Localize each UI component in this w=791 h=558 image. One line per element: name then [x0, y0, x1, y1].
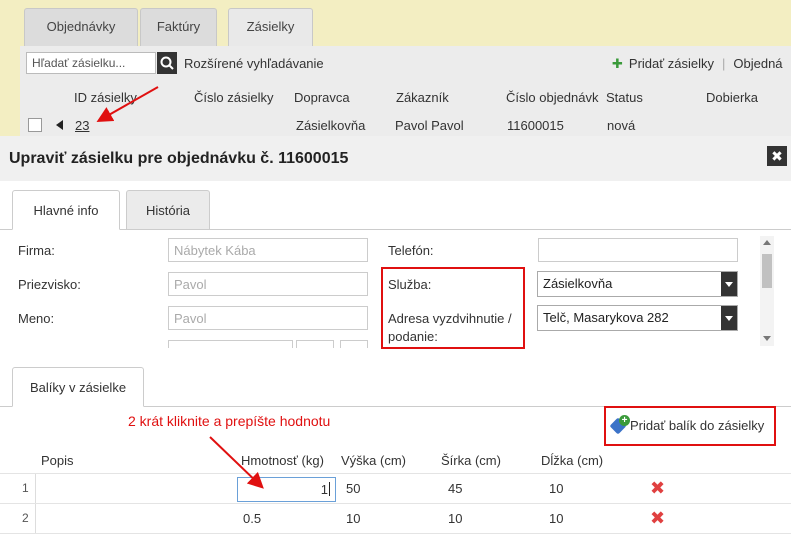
adresa-select[interactable]: Telč, Masarykova 282: [537, 305, 738, 331]
firma-field[interactable]: Nábytek Kába: [168, 238, 368, 262]
length-cell[interactable]: 10: [549, 481, 563, 496]
telefon-label: Telefón:: [388, 243, 434, 258]
width-cell[interactable]: 45: [448, 481, 462, 496]
search-button[interactable]: [157, 52, 177, 74]
package-row[interactable]: 1 1 50 45 10 ✖: [0, 473, 791, 503]
col-header-length[interactable]: Dĺžka (cm): [541, 453, 603, 468]
tab-main-info[interactable]: Hlavné info: [12, 190, 120, 230]
shipments-panel: Hľadať zásielku... Rozšírené vyhľadávani…: [20, 46, 791, 136]
col-header-id[interactable]: ID zásielky: [74, 90, 137, 105]
col-header-height[interactable]: Výška (cm): [341, 453, 406, 468]
grid-empty-area: [0, 533, 791, 558]
shipment-id-link[interactable]: 23: [75, 118, 89, 133]
toolbar-separator: |: [721, 56, 726, 71]
tab-history[interactable]: História: [126, 190, 210, 230]
col-header-cod[interactable]: Dobierka: [706, 90, 758, 105]
search-icon: [160, 56, 174, 70]
row-customer: Pavol Pavol: [395, 118, 464, 133]
add-shipments-button[interactable]: ✚ Pridať zásielky | Objedná: [612, 56, 783, 72]
search-input[interactable]: Hľadať zásielku...: [26, 52, 156, 74]
col-header-status[interactable]: Status: [606, 90, 643, 105]
tab-packages[interactable]: Balíky v zásielke: [12, 367, 144, 407]
partial-field-1[interactable]: [168, 340, 293, 348]
background-tab-bar: Objednávky Faktúry Zásielky: [0, 0, 791, 46]
col-header-customer[interactable]: Zákazník: [396, 90, 449, 105]
tab-objednavky[interactable]: Objednávky: [24, 8, 138, 46]
add-package-button[interactable]: + Pridať balík do zásielky: [604, 406, 776, 446]
col-header-weight[interactable]: Hmotnosť (kg): [241, 453, 324, 468]
width-cell[interactable]: 10: [448, 511, 462, 526]
row-number: 2: [0, 504, 36, 533]
add-shipments-label: Pridať zásielky: [628, 56, 714, 71]
plus-icon: ✚: [612, 56, 623, 71]
row-checkbox[interactable]: [28, 118, 42, 132]
weight-edit-input[interactable]: 1: [237, 477, 336, 502]
annotation-text: 2 krát kliknite a prepíšte hodnotu: [128, 413, 331, 429]
orders-link[interactable]: Objedná: [733, 56, 782, 71]
tab-faktury[interactable]: Faktúry: [140, 8, 217, 46]
col-header-order-number[interactable]: Číslo objednávk: [506, 90, 599, 105]
delete-icon[interactable]: ✖: [650, 508, 665, 528]
row-carrier: Zásielkovňa: [296, 118, 366, 133]
height-cell[interactable]: 50: [346, 481, 360, 496]
scroll-up-icon[interactable]: [763, 240, 771, 245]
telefon-field[interactable]: [538, 238, 738, 262]
length-cell[interactable]: 10: [549, 511, 563, 526]
col-header-description[interactable]: Popis: [41, 453, 74, 468]
highlight-box-service: [381, 267, 525, 349]
col-header-shipment-number[interactable]: Číslo zásielky: [194, 90, 273, 105]
edit-shipment-modal: Upraviť zásielku pre objednávku č. 11600…: [0, 136, 791, 558]
col-header-carrier[interactable]: Dopravca: [294, 90, 350, 105]
delete-icon[interactable]: ✖: [650, 478, 665, 498]
sluzba-select[interactable]: Zásielkovňa: [537, 271, 738, 297]
add-package-label: Pridať balík do zásielky: [630, 418, 765, 433]
row-order-number: 11600015: [507, 118, 564, 133]
packages-grid-header: Popis Hmotnosť (kg) Výška (cm) Šírka (cm…: [0, 447, 791, 473]
chevron-down-icon: [721, 306, 737, 330]
row-number: 1: [0, 474, 36, 503]
chevron-down-icon: [721, 272, 737, 296]
close-button[interactable]: ✖: [767, 146, 787, 166]
partial-field-3[interactable]: [340, 340, 368, 348]
row-status: nová: [607, 118, 636, 133]
text-caret: [329, 482, 330, 496]
height-cell[interactable]: 10: [346, 511, 360, 526]
meno-field[interactable]: Pavol: [168, 306, 368, 330]
weight-value: 1: [320, 482, 328, 497]
col-header-width[interactable]: Šírka (cm): [441, 453, 501, 468]
advanced-search-link[interactable]: Rozšírené vyhľadávanie: [184, 56, 324, 71]
close-icon: ✖: [771, 148, 783, 164]
partial-field-2[interactable]: [296, 340, 334, 348]
sluzba-value: Zásielkovňa: [543, 276, 613, 291]
scroll-down-icon[interactable]: [763, 336, 771, 341]
priezvisko-field[interactable]: Pavol: [168, 272, 368, 296]
form-scrollbar[interactable]: [760, 236, 774, 346]
add-package-icon: +: [609, 415, 630, 435]
modal-title: Upraviť zásielku pre objednávku č. 11600…: [9, 150, 349, 167]
tab-zasielky[interactable]: Zásielky: [228, 8, 313, 46]
meno-label: Meno:: [18, 311, 55, 326]
firma-label: Firma:: [18, 243, 55, 258]
package-row[interactable]: 2 0.5 10 10 10 ✖: [0, 503, 791, 533]
weight-cell[interactable]: 0.5: [243, 511, 261, 526]
expand-row-icon[interactable]: [56, 120, 63, 130]
priezvisko-label: Priezvisko:: [18, 277, 81, 292]
scroll-thumb[interactable]: [762, 254, 772, 288]
modal-header: Upraviť zásielku pre objednávku č. 11600…: [0, 136, 791, 181]
adresa-value: Telč, Masarykova 282: [543, 310, 669, 325]
